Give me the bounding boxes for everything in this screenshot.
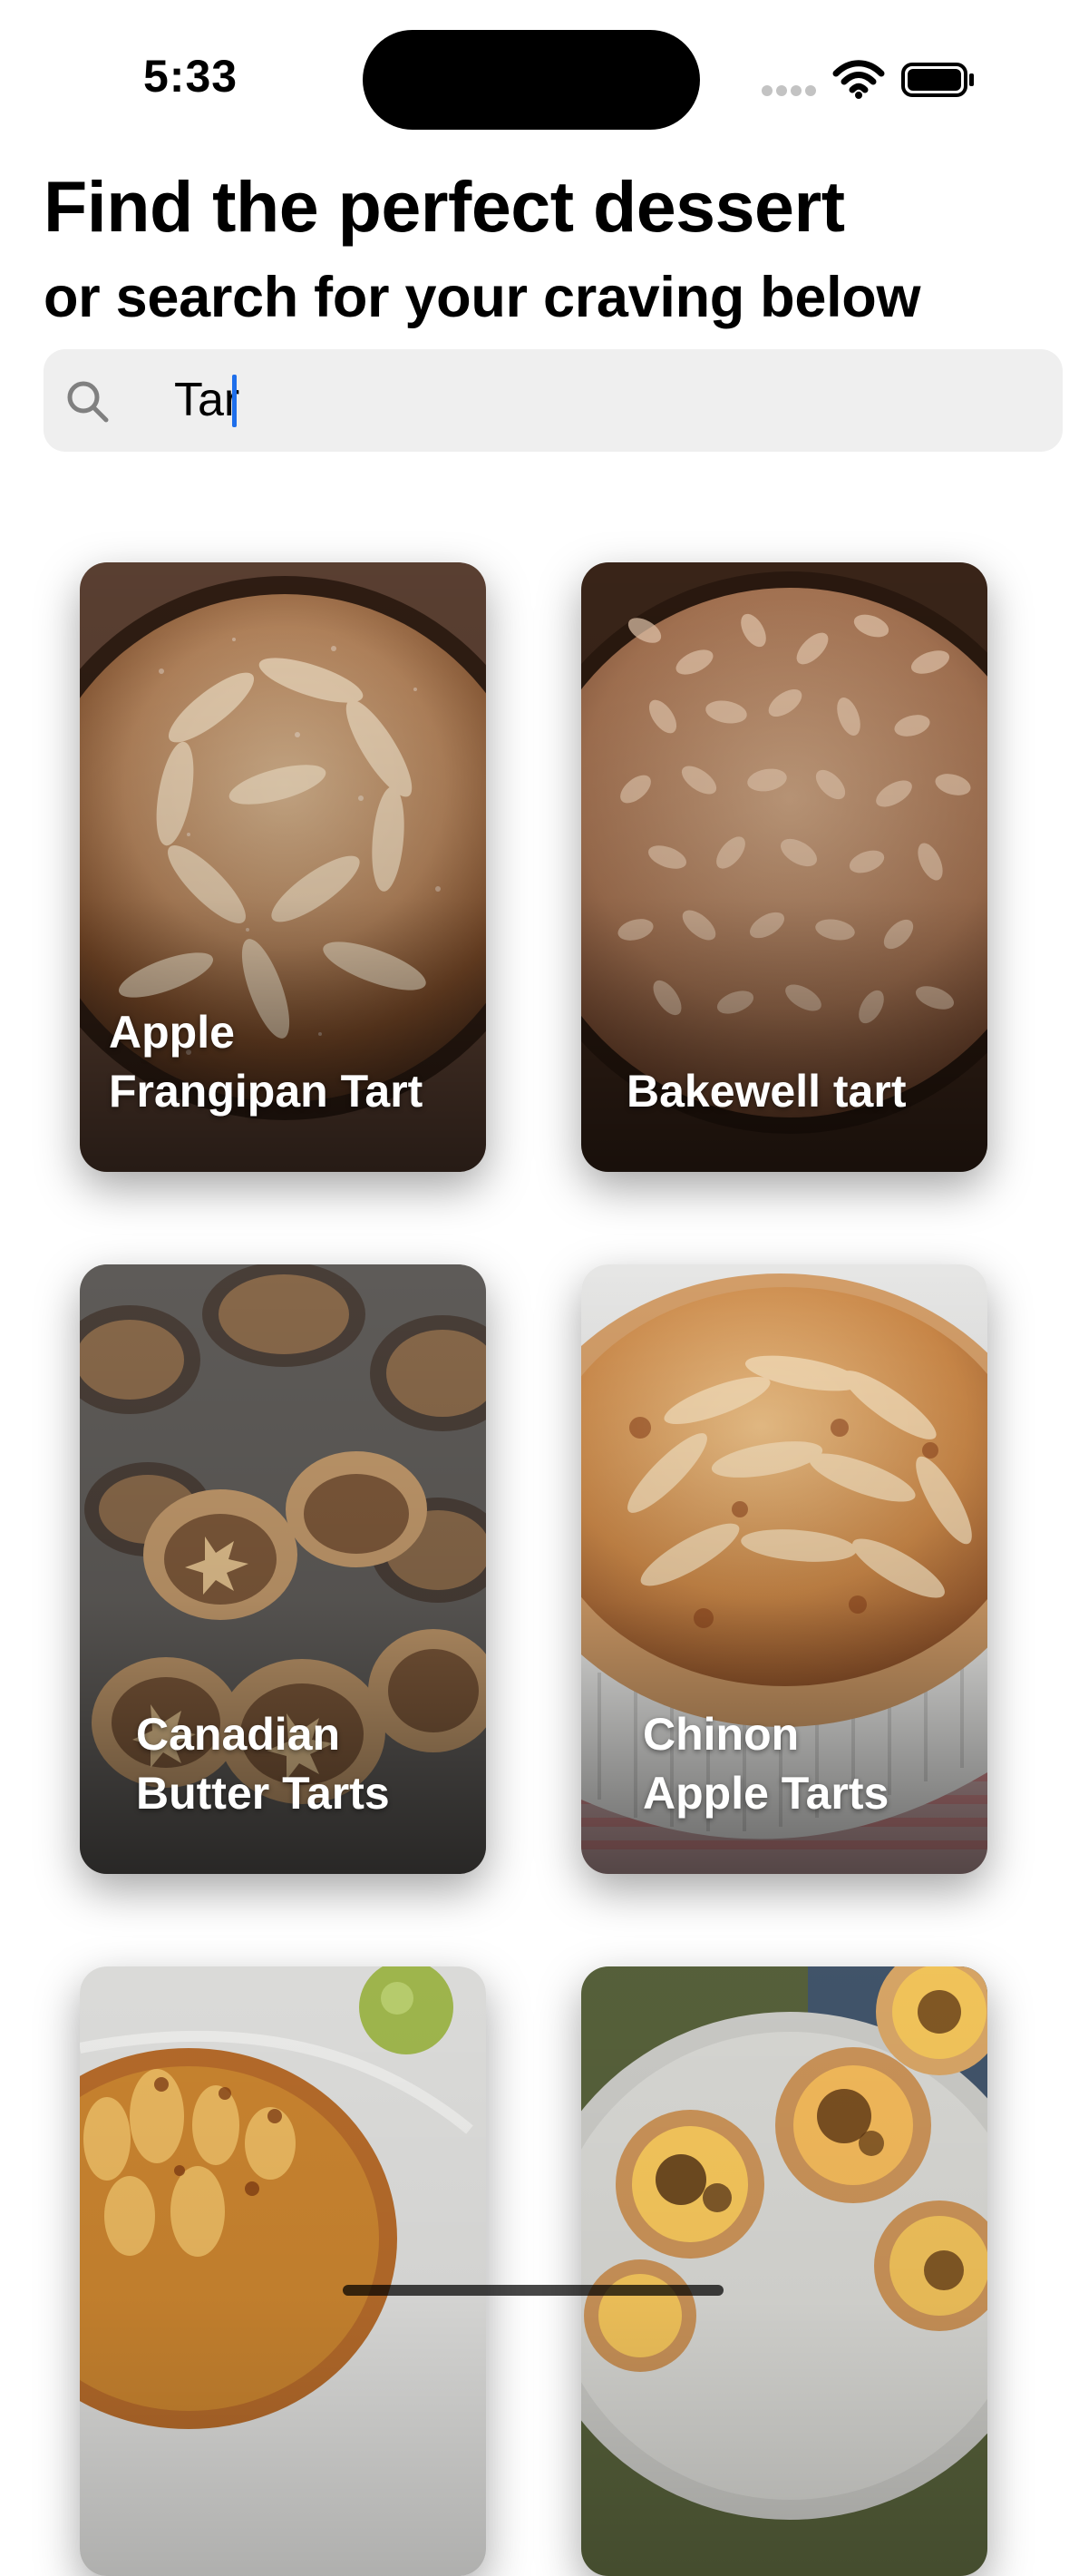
dessert-card-chinon-apple-tarts[interactable]: Chinon Apple Tarts bbox=[581, 1264, 987, 1874]
wifi-icon bbox=[832, 60, 885, 99]
dessert-card[interactable] bbox=[80, 1966, 486, 2576]
dessert-name: Bakewell tart bbox=[627, 1066, 907, 1117]
text-caret bbox=[232, 375, 237, 427]
page-subtitle: or search for your craving below bbox=[44, 266, 921, 329]
cellular-signal-icon bbox=[762, 85, 818, 98]
search-bar[interactable] bbox=[44, 349, 1063, 452]
status-time: 5:33 bbox=[143, 51, 238, 102]
search-icon bbox=[67, 381, 109, 423]
battery-icon bbox=[901, 63, 974, 97]
dessert-name: Canadian Butter Tarts bbox=[136, 1709, 390, 1819]
dessert-card[interactable] bbox=[581, 1966, 987, 2576]
dessert-card-canadian-butter-tarts[interactable]: Canadian Butter Tarts bbox=[80, 1264, 486, 1874]
dessert-name: Chinon Apple Tarts bbox=[643, 1709, 889, 1819]
dessert-grid: Apple Frangipan Tart Bakewell tart Canad… bbox=[0, 0, 1069, 2576]
dynamic-island bbox=[363, 30, 700, 130]
status-bar: 5:33 bbox=[0, 0, 1069, 136]
dessert-card-apple-frangipan-tart[interactable]: Apple Frangipan Tart bbox=[80, 562, 486, 1172]
search-input[interactable] bbox=[131, 367, 1063, 433]
page-title: Find the perfect dessert bbox=[44, 166, 845, 247]
home-indicator[interactable] bbox=[343, 2285, 724, 2296]
dessert-name: Apple Frangipan Tart bbox=[109, 1007, 423, 1117]
dessert-card-bakewell-tart[interactable]: Bakewell tart bbox=[581, 562, 987, 1172]
